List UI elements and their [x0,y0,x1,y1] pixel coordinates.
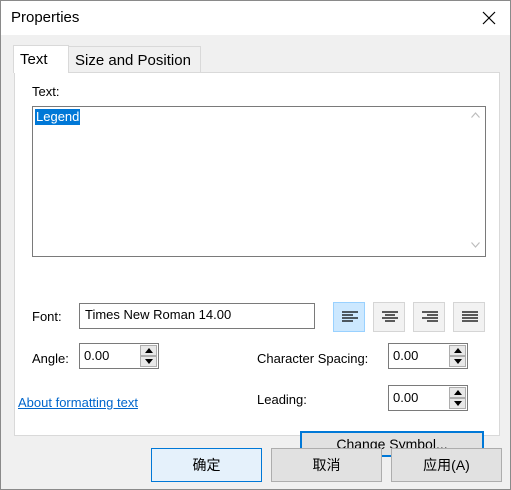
angle-decrease-button[interactable] [140,356,157,367]
text-label: Text: [32,84,60,99]
ok-button[interactable]: 确定 [151,448,262,482]
tab-text[interactable]: Text [13,45,69,73]
text-scrollbar[interactable] [467,108,484,255]
angle-stepper[interactable]: 0.00 [79,343,159,369]
tab-text-label: Text [20,51,48,68]
spin-down-icon [454,401,462,406]
cancel-button[interactable]: 取消 [271,448,382,482]
spin-up-icon [145,348,153,353]
about-formatting-text-link[interactable]: About formatting text [18,395,138,410]
align-right-button[interactable] [413,302,445,332]
title-bar: Properties [1,1,510,35]
leading-decrease-button[interactable] [449,398,466,409]
close-icon [482,11,496,25]
align-left-icon [342,311,358,322]
spin-down-icon [145,359,153,364]
leading-label: Leading: [257,392,307,407]
align-justify-icon [462,311,478,322]
align-center-icon [382,311,398,322]
character-spacing-decrease-button[interactable] [449,356,466,367]
scroll-up-icon [471,112,480,118]
text-input-value: Legend [35,109,81,125]
apply-button[interactable]: 应用(A) [391,448,502,482]
character-spacing-value: 0.00 [393,348,419,363]
character-spacing-label: Character Spacing: [257,351,369,366]
tab-size-label: Size and Position [75,52,191,69]
angle-label: Angle: [32,351,69,366]
character-spacing-stepper[interactable]: 0.00 [388,343,468,369]
properties-dialog: Properties Text Size and Position Text: … [0,0,511,490]
dialog-content: Text Size and Position Text: Legend Font… [1,35,510,489]
spin-down-icon [454,359,462,364]
font-field[interactable]: Times New Roman 14.00 [79,303,315,329]
font-value: Times New Roman 14.00 [85,307,232,322]
align-left-button[interactable] [333,302,365,332]
window-title: Properties [11,9,80,26]
text-input[interactable]: Legend [32,106,486,257]
close-button[interactable] [474,3,504,33]
leading-increase-button[interactable] [449,387,466,398]
leading-stepper[interactable]: 0.00 [388,385,468,411]
align-right-icon [422,311,438,322]
tab-size-and-position[interactable]: Size and Position [68,46,201,72]
leading-value: 0.00 [393,390,419,405]
angle-value: 0.00 [84,348,110,363]
scroll-down-icon [471,242,480,248]
spin-up-icon [454,390,462,395]
text-tab-panel: Text: Legend Font: Times New Roman 14.00 [14,72,500,436]
align-justify-button[interactable] [453,302,485,332]
align-center-button[interactable] [373,302,405,332]
character-spacing-increase-button[interactable] [449,345,466,356]
font-label: Font: [32,309,62,324]
spin-up-icon [454,348,462,353]
angle-increase-button[interactable] [140,345,157,356]
